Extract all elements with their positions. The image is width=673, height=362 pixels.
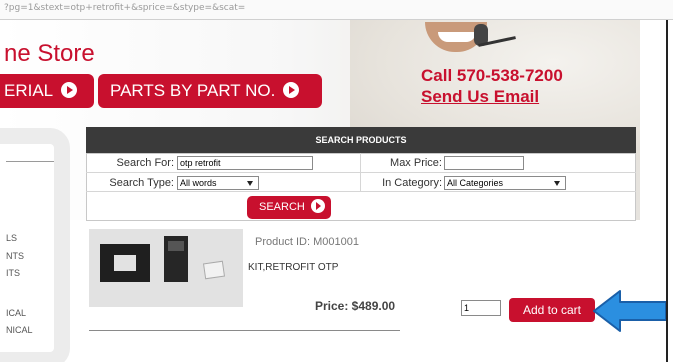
circle-arrow-right-icon	[283, 81, 300, 98]
nav-serial-label: ERIAL	[4, 81, 54, 100]
product-price: Price: $489.00	[315, 299, 396, 313]
search-button-label: SEARCH	[259, 201, 305, 213]
search-row-divider	[86, 191, 636, 192]
search-col-divider	[360, 153, 361, 191]
sidebar-item[interactable]: ITS	[6, 268, 20, 278]
nav-parts-label: PARTS BY PART NO.	[110, 81, 276, 100]
category-select[interactable]: All Categories	[444, 176, 566, 190]
url-text[interactable]: ?pg=1&stext=otp+retrofit+&sprice=&stype=…	[4, 3, 245, 13]
sidebar-item[interactable]: NTS	[6, 251, 24, 261]
send-email-link[interactable]: Send Us Email	[421, 87, 539, 107]
search-for-input[interactable]	[177, 156, 313, 170]
sidebar-item[interactable]: NICAL	[6, 325, 33, 335]
sidebar-item[interactable]: LS	[6, 233, 17, 243]
arrow-left-icon	[593, 290, 667, 332]
product-image-controller-face	[168, 241, 184, 251]
search-panel-title: SEARCH PRODUCTS	[86, 127, 636, 153]
category-label: In Category:	[382, 177, 442, 189]
max-price-label: Max Price:	[390, 157, 442, 169]
search-for-label: Search For:	[116, 157, 174, 169]
nav-parts-by-number-button[interactable]: PARTS BY PART NO.	[98, 74, 322, 108]
window-frame-edge	[666, 20, 673, 362]
add-to-cart-button[interactable]: Add to cart	[509, 298, 595, 322]
search-type-value: All words	[180, 178, 217, 188]
support-agent-smile	[438, 32, 476, 42]
contact-phone: Call 570-538-7200	[421, 66, 563, 85]
circle-arrow-right-icon	[310, 199, 325, 214]
circle-arrow-right-icon	[61, 81, 78, 98]
search-row-divider	[86, 172, 636, 173]
search-type-select[interactable]: All words	[177, 176, 259, 190]
product-image-clip	[202, 260, 226, 280]
dropdown-caret-icon	[247, 181, 253, 186]
dropdown-caret-icon	[554, 181, 560, 186]
product-image-bezel-opening	[114, 255, 136, 271]
search-type-label: Search Type:	[109, 177, 174, 189]
product-name-link[interactable]: KIT,RETROFIT OTP	[248, 262, 338, 273]
browser-url-bar[interactable]: ?pg=1&stext=otp+retrofit+&sprice=&stype=…	[0, 0, 673, 20]
nav-by-serial-button[interactable]: ERIAL	[0, 74, 94, 108]
sidebar-divider	[6, 161, 54, 162]
search-button[interactable]: SEARCH	[247, 196, 331, 219]
quantity-input[interactable]	[461, 300, 501, 316]
max-price-input[interactable]	[444, 156, 524, 170]
product-id: Product ID: M001001	[255, 236, 359, 248]
sidebar-item[interactable]: ICAL	[6, 308, 26, 318]
store-title: ne Store	[4, 40, 95, 67]
product-divider	[89, 330, 400, 331]
category-value: All Categories	[447, 178, 504, 188]
